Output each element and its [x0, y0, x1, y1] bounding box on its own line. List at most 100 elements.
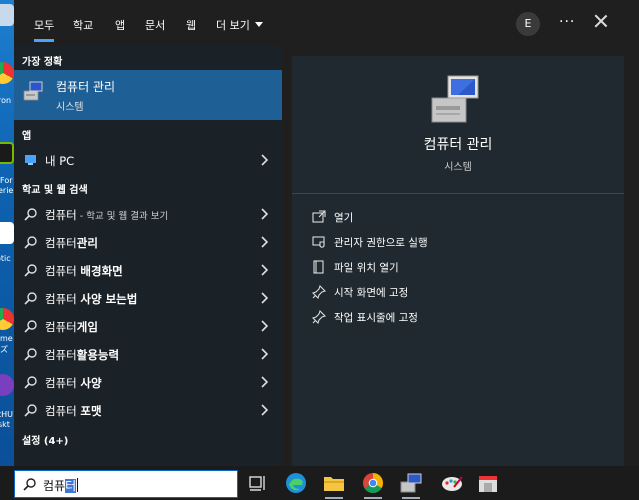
shield-run-icon [312, 236, 325, 248]
tab-documents[interactable]: 문서 [145, 17, 165, 33]
desktop-label: For [0, 176, 13, 185]
detail-title: 컴퓨터 관리 [423, 137, 493, 153]
best-match-item[interactable]: 컴퓨터 관리 시스템 [14, 70, 282, 120]
chevron-right-icon [261, 292, 269, 304]
desktop-label: tHU [0, 410, 14, 419]
filter-tabs-bar: 모두 학교 앱 문서 웹 더 보기 E ··· [14, 0, 639, 46]
desktop-chrome-icon[interactable] [0, 62, 14, 84]
chevron-right-icon [261, 264, 269, 276]
query-text: 컴퓨터 [45, 404, 81, 418]
suggestion-completion: 관리 [76, 236, 98, 250]
file-explorer-icon[interactable] [322, 471, 346, 495]
pin-icon [312, 285, 326, 299]
chevron-right-icon [261, 154, 269, 166]
search-query-text: 컴퓨 [43, 479, 66, 493]
query-text: 컴퓨터 [45, 236, 77, 250]
paint-icon[interactable] [440, 471, 464, 495]
computer-management-icon [431, 75, 479, 123]
tab-web[interactable]: 웹 [186, 17, 196, 33]
desktop-label: otic [0, 254, 11, 263]
detail-pane: 컴퓨터 관리 시스템 열기 관리자 권한으로 실행 파일 위치 열기 시작 화면… [292, 56, 624, 466]
suggestion-row[interactable]: 컴퓨터게임 [14, 312, 282, 340]
query-text: 컴퓨터 [45, 376, 81, 390]
suggestion-row[interactable]: 컴퓨터 사양 [14, 368, 282, 396]
action-label: 관리자 권한으로 실행 [334, 237, 428, 249]
suggestion-completion: 게임 [76, 320, 98, 334]
best-match-heading: 가장 정확 [22, 57, 63, 68]
query-text: 컴퓨터 [45, 320, 77, 334]
desktop-label: me [0, 334, 13, 343]
suggestion-row[interactable]: 컴퓨터관리 [14, 228, 282, 256]
tab-more-label: 더 보기 [216, 19, 250, 32]
file-location-icon [313, 260, 324, 274]
action-label: 시작 화면에 고정 [334, 287, 409, 299]
search-icon [24, 264, 37, 277]
query-text: 컴퓨터 [45, 264, 81, 278]
edge-icon[interactable] [284, 471, 308, 495]
query-text: 컴퓨터 [45, 208, 77, 222]
search-icon [24, 376, 37, 389]
search-icon [24, 292, 37, 305]
settings-heading[interactable]: 설정 (4+) [22, 432, 68, 447]
list-item-this-pc[interactable]: 내 PC [14, 146, 282, 174]
active-tab-indicator [34, 39, 54, 42]
tab-school[interactable]: 학교 [73, 17, 93, 33]
desktop-n-icon[interactable] [0, 222, 14, 244]
desktop-label: skt [0, 420, 10, 429]
store-icon[interactable] [476, 471, 500, 495]
query-text: 컴퓨터 [45, 292, 81, 306]
computer-management-icon [23, 81, 43, 101]
results-pane: 가장 정확 컴퓨터 관리 시스템 앱 내 PC 학교 및 웹 검색 컴퓨터 - … [14, 46, 282, 466]
tab-apps[interactable]: 앱 [115, 17, 125, 33]
desktop-label: erie [0, 186, 14, 195]
chevron-right-icon [261, 208, 269, 220]
tab-all[interactable]: 모두 [34, 17, 54, 33]
close-button[interactable] [594, 14, 608, 28]
search-icon [24, 348, 37, 361]
best-match-subtitle: 시스템 [56, 102, 84, 113]
suggestion-row[interactable]: 컴퓨터 사양 보는법 [14, 284, 282, 312]
desktop-label: ron [0, 96, 12, 105]
desktop-recycle-icon[interactable] [0, 4, 14, 26]
search-icon [24, 236, 37, 249]
search-icon [24, 404, 37, 417]
suggestion-row[interactable]: 컴퓨터 배경화면 [14, 256, 282, 284]
desktop-chrome2-icon[interactable] [0, 308, 14, 330]
task-view-icon[interactable] [246, 471, 270, 495]
web-result-row[interactable]: 컴퓨터 - 학교 및 웹 결과 보기 [14, 200, 282, 228]
chrome-icon[interactable] [361, 471, 385, 495]
web-result-hint: - 학교 및 웹 결과 보기 [76, 211, 169, 222]
suggestion-completion: 배경화면 [80, 264, 123, 278]
running-indicator [325, 497, 343, 499]
suggestion-row[interactable]: 컴퓨터활용능력 [14, 340, 282, 368]
account-avatar[interactable]: E [516, 12, 540, 36]
divider [292, 193, 624, 194]
action-label: 파일 위치 열기 [334, 262, 399, 274]
computer-management-icon[interactable] [399, 471, 423, 495]
tab-more[interactable]: 더 보기 [216, 17, 264, 33]
running-indicator [402, 497, 420, 499]
more-options-button[interactable]: ··· [559, 14, 575, 30]
open-icon [312, 210, 326, 223]
search-input[interactable]: 컴퓨터 [14, 470, 238, 498]
desktop-nvidia-icon[interactable] [0, 142, 14, 164]
search-icon [24, 320, 37, 333]
text-caret [77, 478, 79, 492]
caret-down-icon [255, 22, 264, 27]
desktop-label: ズ [0, 345, 8, 354]
desktop-background: ron For erie otic me ズ tHU skt [0, 0, 14, 466]
chevron-right-icon [261, 404, 269, 416]
search-icon [23, 478, 36, 491]
suggestion-row[interactable]: 컴퓨터 포맷 [14, 396, 282, 424]
suggestion-completion: 활용능력 [76, 348, 120, 362]
chevron-right-icon [261, 348, 269, 360]
desktop-app-icon[interactable] [0, 374, 14, 396]
suggestion-completion: 사양 보는법 [80, 292, 138, 306]
web-search-heading: 학교 및 웹 검색 [22, 185, 88, 196]
this-pc-icon [25, 155, 36, 165]
action-label: 작업 표시줄에 고정 [334, 312, 418, 324]
suggestion-completion: 포맷 [80, 404, 102, 418]
taskbar: 컴퓨터 [0, 466, 639, 500]
chevron-right-icon [261, 320, 269, 332]
search-panel: 모두 학교 앱 문서 웹 더 보기 E ··· 가장 정확 컴퓨터 관리 시스템… [14, 0, 639, 466]
